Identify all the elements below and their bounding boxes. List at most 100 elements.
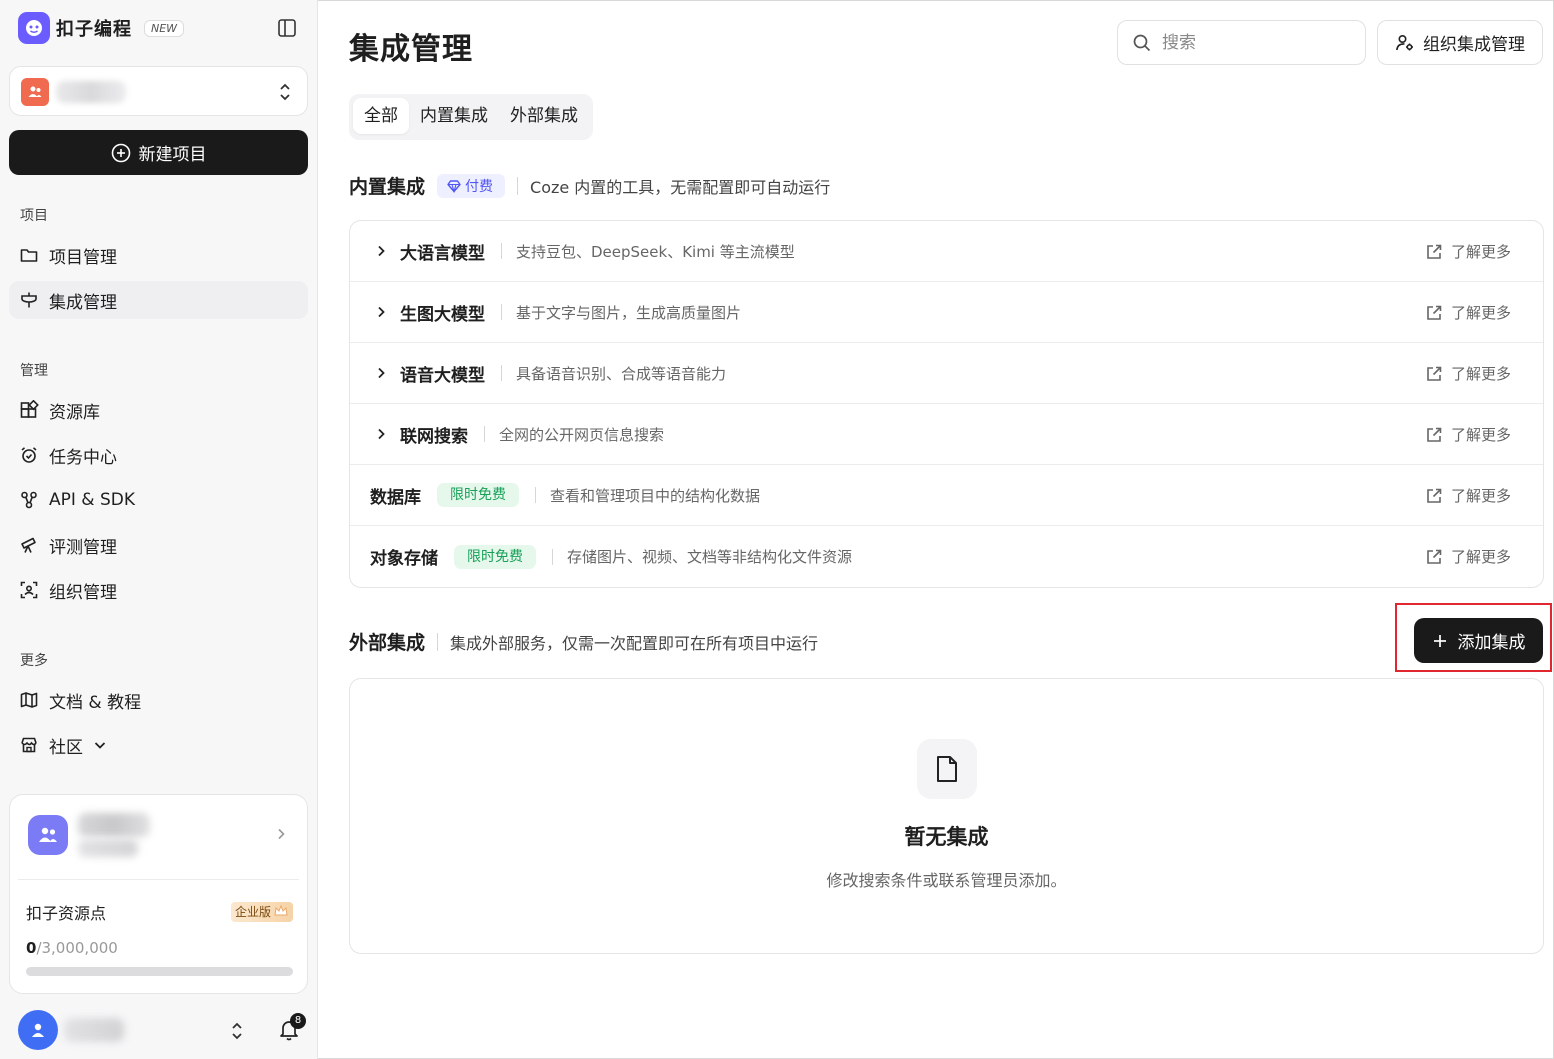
sidebar-item-docs[interactable]: 文档 & 教程 xyxy=(9,681,308,719)
free-badge: 限时免费 xyxy=(437,483,519,507)
sidebar-item-resources[interactable]: 资源库 xyxy=(9,391,308,429)
alarm-clock-icon xyxy=(19,445,39,465)
builtin-title: 内置集成 xyxy=(349,176,426,198)
plug-icon xyxy=(19,290,39,310)
user-row: 8 xyxy=(18,1010,308,1052)
paid-badge-label: 付费 xyxy=(465,178,494,195)
learn-more-link[interactable]: 了解更多 xyxy=(1425,424,1511,445)
brand-name: 扣子编程 xyxy=(56,19,132,40)
chevron-right-icon[interactable] xyxy=(374,244,388,258)
add-integration-button[interactable]: 添加集成 xyxy=(1414,618,1543,663)
sidebar-item-projects[interactable]: 项目管理 xyxy=(9,236,308,274)
learn-more-label: 了解更多 xyxy=(1450,548,1511,566)
external-description: 集成外部服务，仅需一次配置即可在所有项目中运行 xyxy=(450,633,819,653)
builtin-description: Coze 内置的工具，无需配置即可自动运行 xyxy=(530,177,831,197)
sidebar: 扣子编程 NEW 新建项目 项目 项目管理 集成管理 管理 资源库 任务中心 A… xyxy=(0,0,318,1059)
plus-circle-icon xyxy=(111,143,130,162)
chevron-right-icon[interactable] xyxy=(374,366,388,380)
external-link-icon xyxy=(1427,244,1442,259)
sidebar-item-label: 评测管理 xyxy=(49,537,117,558)
user-avatar-icon[interactable] xyxy=(18,1010,58,1050)
team-avatar-icon xyxy=(21,78,49,106)
list-item[interactable]: 生图大模型 基于文字与图片，生成高质量图片 了解更多 xyxy=(350,282,1543,343)
tab-all[interactable]: 全部 xyxy=(353,98,409,134)
divider xyxy=(501,243,502,259)
chevron-updown-icon[interactable] xyxy=(228,1020,246,1042)
workspace-switcher[interactable] xyxy=(9,66,308,116)
brand-logo-icon xyxy=(18,12,50,44)
learn-more-label: 了解更多 xyxy=(1450,243,1511,261)
user-settings-icon xyxy=(1396,34,1413,50)
enterprise-badge-label: 企业版 xyxy=(234,905,271,919)
integration-name: 大语言模型 xyxy=(400,243,485,264)
org-integration-button[interactable]: 组织集成管理 xyxy=(1377,20,1543,65)
integration-name: 数据库 xyxy=(370,487,421,508)
list-item[interactable]: 大语言模型 支持豆包、DeepSeek、Kimi 等主流模型 了解更多 xyxy=(350,221,1543,282)
api-icon xyxy=(19,490,39,510)
learn-more-link[interactable]: 了解更多 xyxy=(1425,546,1511,567)
workspace-name-blurred xyxy=(56,81,126,103)
credits-title: 扣子资源点 xyxy=(26,904,107,923)
integration-description: 存储图片、视频、文档等非结构化文件资源 xyxy=(567,548,853,566)
new-badge: NEW xyxy=(144,19,185,37)
org-scan-icon xyxy=(19,580,39,600)
learn-more-link[interactable]: 了解更多 xyxy=(1425,485,1511,506)
brand[interactable]: 扣子编程 NEW xyxy=(18,12,185,44)
sidebar-item-label: 项目管理 xyxy=(49,247,117,268)
sidebar-collapse-icon[interactable] xyxy=(276,17,298,39)
chevron-right-icon[interactable] xyxy=(275,827,287,841)
chevron-updown-icon xyxy=(275,81,295,103)
chevron-right-icon[interactable] xyxy=(374,427,388,441)
map-book-icon xyxy=(19,690,39,710)
builtin-header: 内置集成 付费 Coze 内置的工具，无需配置即可自动运行 xyxy=(349,172,830,199)
external-link-icon xyxy=(1427,305,1442,320)
external-link-icon xyxy=(1427,549,1442,564)
list-item[interactable]: 数据库 限时免费 查看和管理项目中的结构化数据 了解更多 xyxy=(350,465,1543,526)
credits-card: 扣子资源点 企业版 0/3,000,000 xyxy=(9,794,308,994)
sidebar-item-api-sdk[interactable]: API & SDK xyxy=(9,481,308,519)
section-label-more: 更多 xyxy=(20,653,48,669)
section-label-project: 项目 xyxy=(20,208,48,224)
divider xyxy=(484,426,485,442)
team-avatar-icon xyxy=(28,815,68,855)
folder-icon xyxy=(19,245,39,265)
list-item[interactable]: 对象存储 限时免费 存储图片、视频、文档等非结构化文件资源 了解更多 xyxy=(350,526,1543,587)
sidebar-item-label: API & SDK xyxy=(49,490,135,510)
crown-icon xyxy=(274,904,288,916)
sidebar-item-tasks[interactable]: 任务中心 xyxy=(9,436,308,474)
search-box[interactable] xyxy=(1117,20,1366,65)
learn-more-link[interactable]: 了解更多 xyxy=(1425,241,1511,262)
integration-name: 生图大模型 xyxy=(400,304,485,325)
sidebar-item-label: 任务中心 xyxy=(49,447,117,468)
sidebar-item-label: 文档 & 教程 xyxy=(49,692,142,713)
tab-external[interactable]: 外部集成 xyxy=(499,98,589,134)
list-item[interactable]: 语音大模型 具备语音识别、合成等语音能力 了解更多 xyxy=(350,343,1543,404)
plus-icon xyxy=(1433,634,1446,647)
org-integration-label: 组织集成管理 xyxy=(1423,35,1525,55)
tab-builtin[interactable]: 内置集成 xyxy=(409,98,499,134)
credits-value: 0/3,000,000 xyxy=(26,939,118,957)
learn-more-label: 了解更多 xyxy=(1450,304,1511,322)
list-item[interactable]: 联网搜索 全网的公开网页信息搜索 了解更多 xyxy=(350,404,1543,465)
sidebar-item-label: 集成管理 xyxy=(49,292,117,313)
integration-description: 查看和管理项目中的结构化数据 xyxy=(550,486,761,505)
integration-name: 对象存储 xyxy=(370,549,438,569)
sidebar-item-label: 社区 xyxy=(49,737,83,758)
new-project-label: 新建项目 xyxy=(138,145,207,165)
chevron-right-icon[interactable] xyxy=(374,305,388,319)
integration-description: 具备语音识别、合成等语音能力 xyxy=(516,364,727,383)
learn-more-link[interactable]: 了解更多 xyxy=(1425,363,1511,384)
sidebar-item-org[interactable]: 组织管理 xyxy=(9,571,308,609)
blocks-icon xyxy=(19,400,39,420)
new-project-button[interactable]: 新建项目 xyxy=(9,130,308,175)
learn-more-link[interactable]: 了解更多 xyxy=(1425,302,1511,323)
credits-total: /3,000,000 xyxy=(36,939,118,957)
divider xyxy=(535,487,536,503)
team-id-blurred xyxy=(78,839,138,857)
search-input[interactable] xyxy=(1162,32,1342,53)
sidebar-item-evaluation[interactable]: 评测管理 xyxy=(9,526,308,564)
integration-name: 联网搜索 xyxy=(400,426,468,447)
credits-used: 0 xyxy=(26,939,37,957)
sidebar-item-integrations[interactable]: 集成管理 xyxy=(9,281,308,319)
sidebar-item-community[interactable]: 社区 xyxy=(9,726,308,764)
